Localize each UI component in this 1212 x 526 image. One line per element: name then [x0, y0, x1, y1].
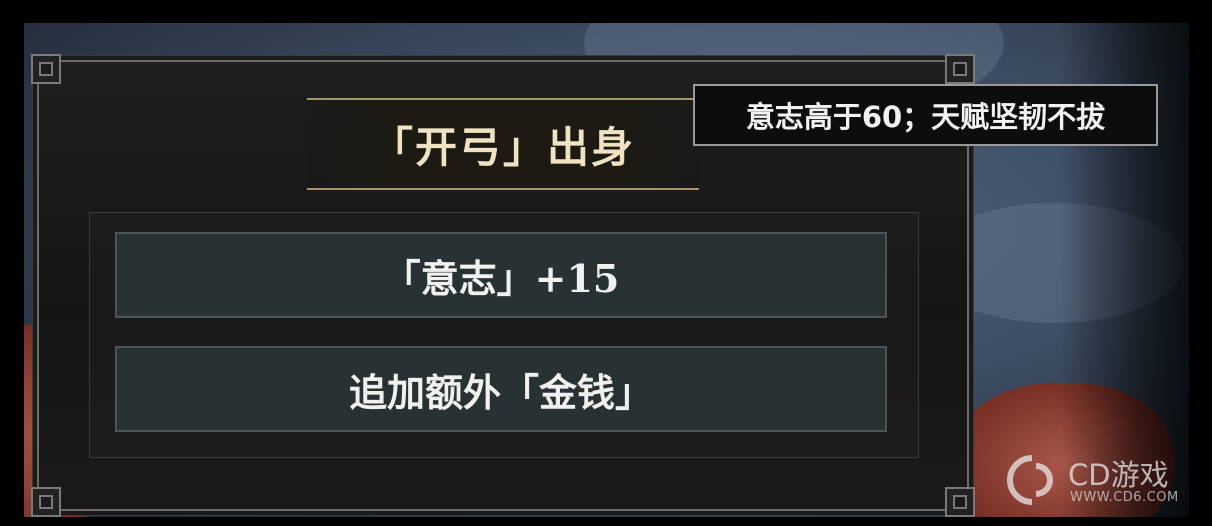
- dialog-title: 「开弓」出身: [370, 122, 635, 172]
- option-label: 「意志」+15: [382, 255, 620, 301]
- watermark: CD游戏 WWW.CD6.COM: [1006, 452, 1196, 510]
- requirement-tooltip: 意志高于60；天赋坚韧不拔: [693, 84, 1158, 146]
- dialog-title-box: 「开弓」出身: [307, 98, 699, 190]
- option-extra-money[interactable]: 追加额外「金钱」: [115, 346, 887, 432]
- watermark-url: WWW.CD6.COM: [1070, 490, 1179, 505]
- corner-ornament: [31, 487, 61, 517]
- watermark-name: CD游戏: [1068, 458, 1169, 492]
- options-list: 「意志」+15 追加额外「金钱」: [89, 212, 919, 458]
- cd-logo-icon: [1007, 455, 1053, 505]
- tooltip-text: 意志高于60；天赋坚韧不拔: [745, 100, 1106, 134]
- option-willpower-bonus[interactable]: 「意志」+15: [115, 232, 887, 318]
- option-label: 追加额外「金钱」: [348, 369, 653, 415]
- corner-ornament: [945, 487, 975, 517]
- corner-ornament: [31, 54, 61, 84]
- corner-ornament: [945, 54, 975, 84]
